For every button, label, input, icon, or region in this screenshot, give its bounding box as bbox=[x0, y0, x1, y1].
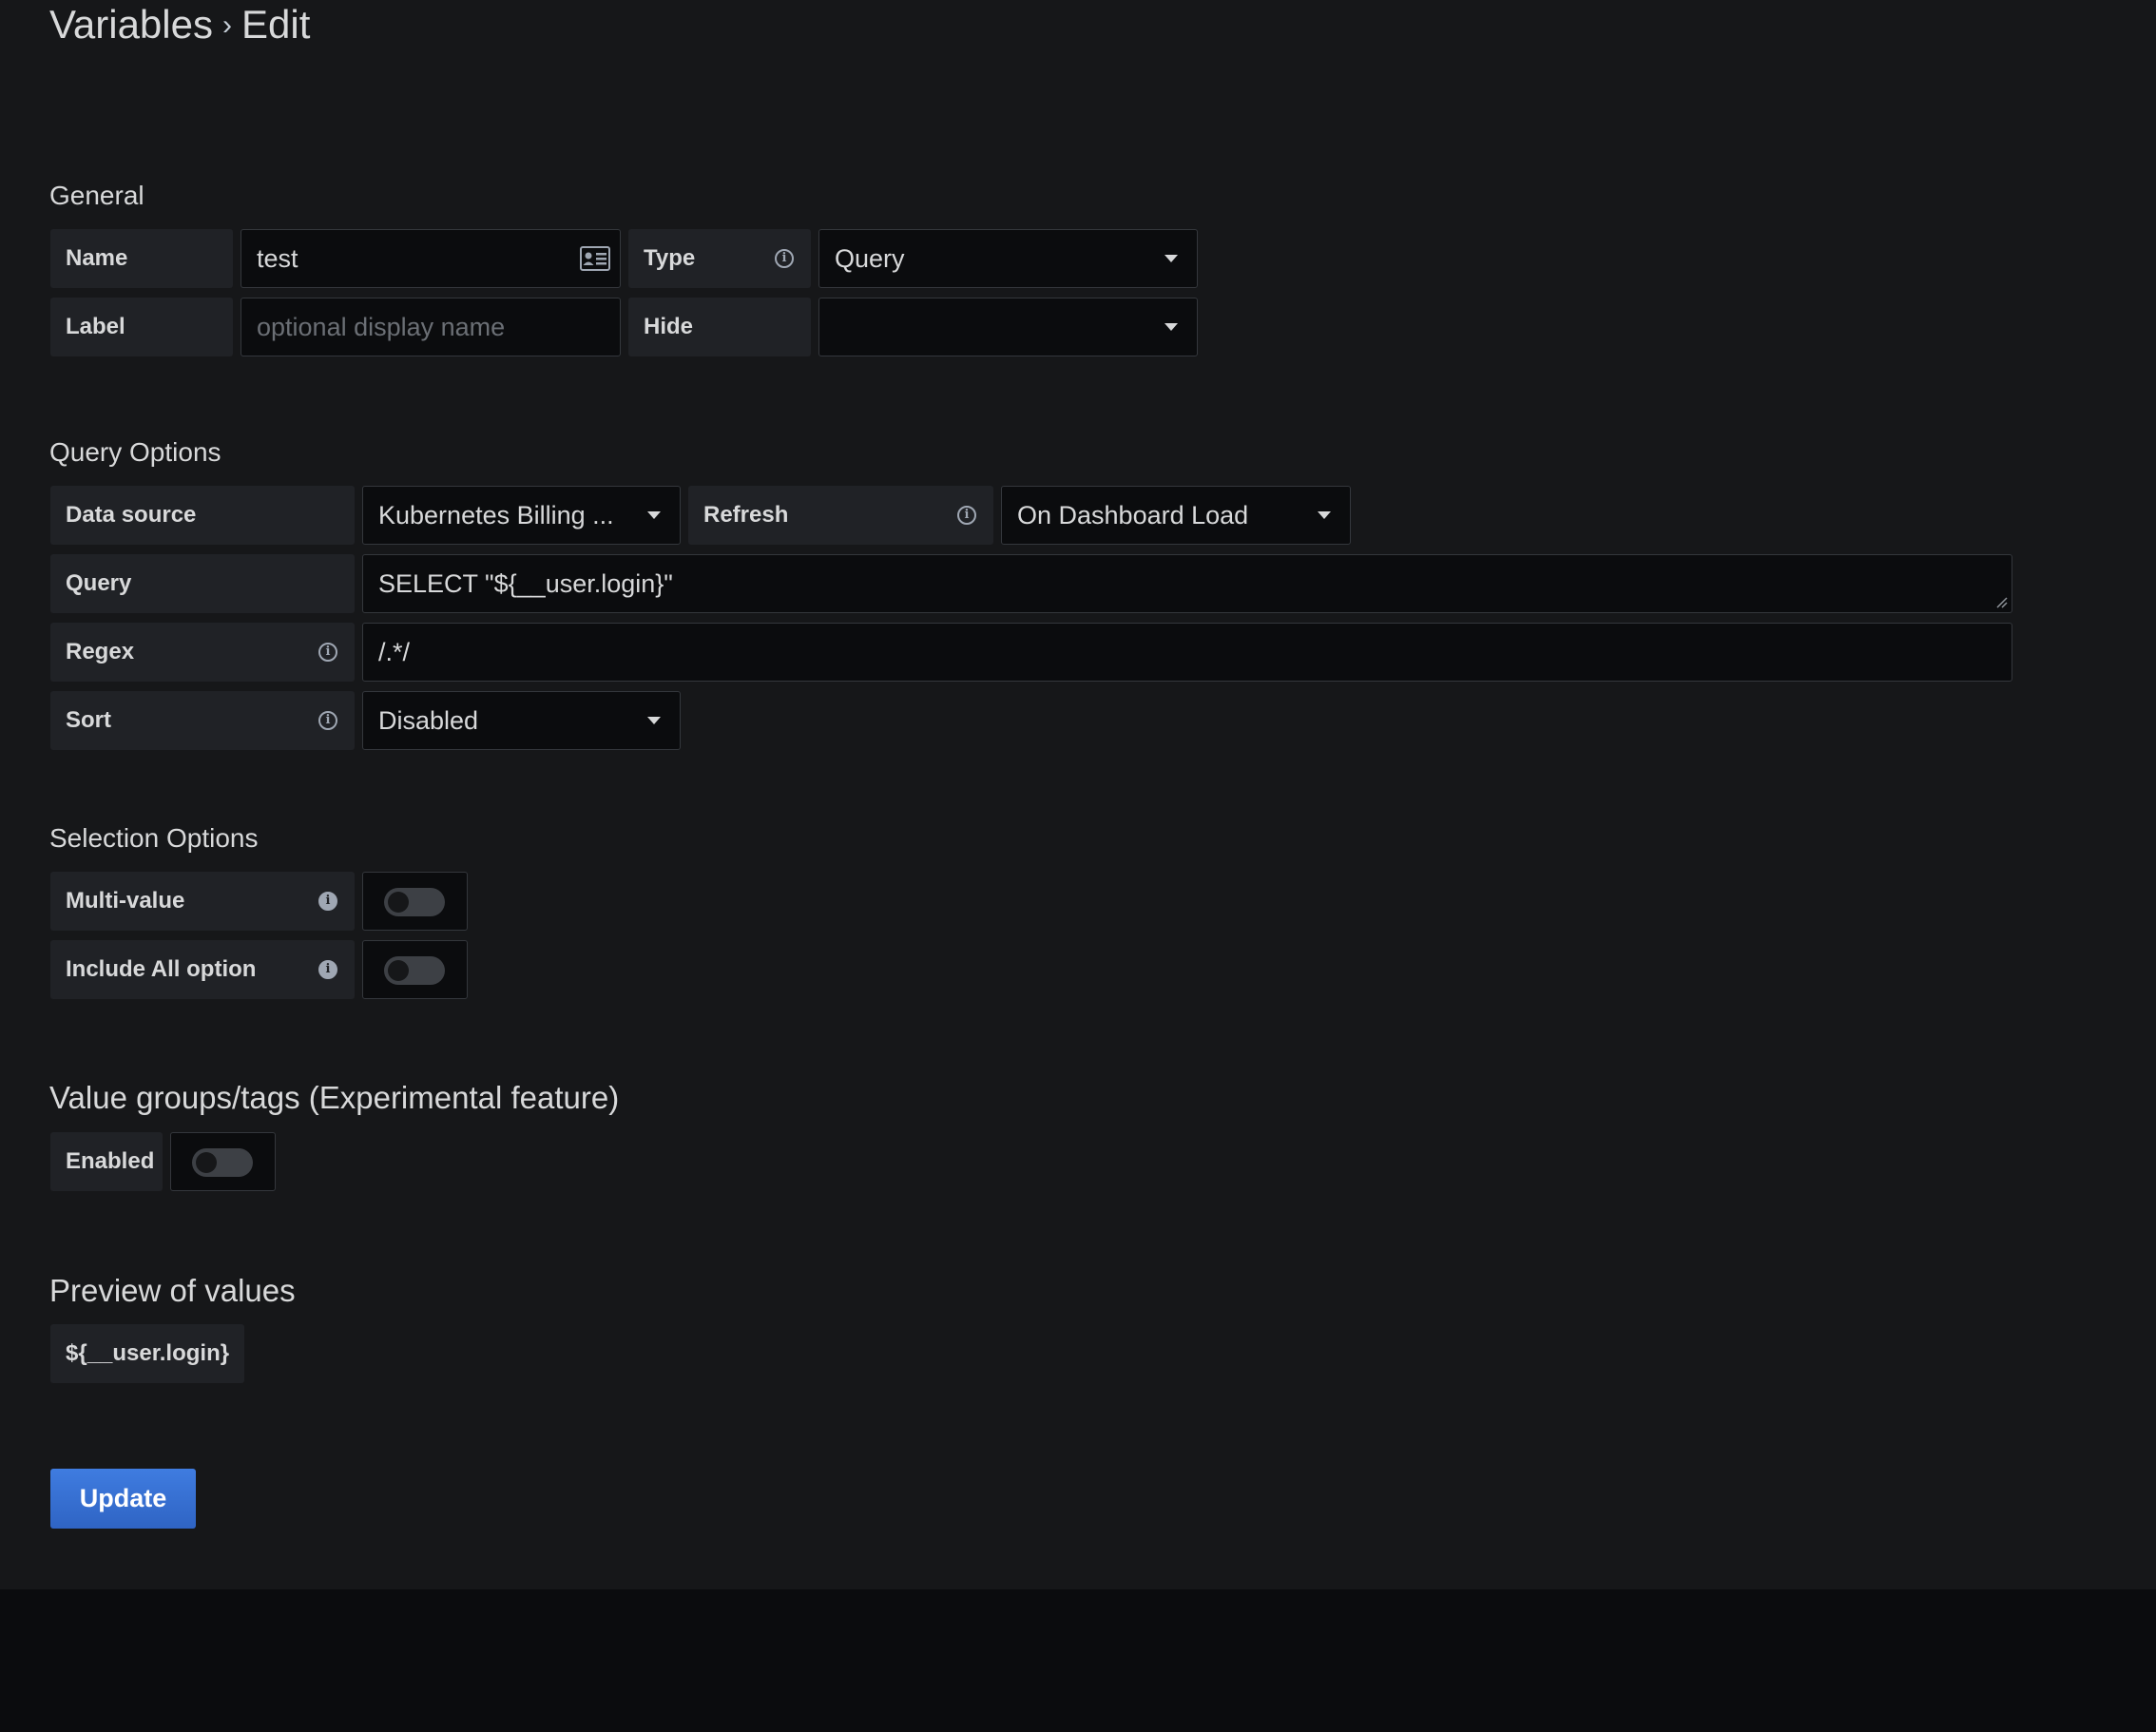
sort-select[interactable]: Disabled bbox=[362, 691, 681, 750]
caret-down-icon bbox=[647, 717, 661, 724]
section-title-selection-options: Selection Options bbox=[49, 823, 259, 853]
breadcrumb-separator: › bbox=[221, 10, 232, 41]
name-label-text: Name bbox=[66, 245, 128, 271]
caret-down-icon bbox=[647, 511, 661, 519]
type-select-value: Query bbox=[835, 243, 905, 273]
label-label: Label bbox=[50, 298, 233, 356]
refresh-label: Refresh i bbox=[688, 486, 993, 545]
multi-value-switch[interactable] bbox=[362, 872, 468, 931]
resize-grip-icon[interactable] bbox=[1994, 595, 2008, 608]
include-all-label-text: Include All option bbox=[66, 956, 257, 982]
query-textarea[interactable] bbox=[378, 568, 2012, 599]
datasource-label-text: Data source bbox=[66, 502, 197, 528]
sort-label: Sort i bbox=[50, 691, 355, 750]
page-title: Variables › Edit bbox=[49, 2, 310, 48]
section-title-value-groups: Value groups/tags (Experimental feature) bbox=[49, 1080, 620, 1115]
enabled-switch-track[interactable] bbox=[192, 1148, 253, 1177]
enabled-label-text: Enabled bbox=[66, 1148, 155, 1174]
regex-field[interactable] bbox=[362, 623, 2012, 682]
multi-value-switch-knob bbox=[388, 892, 409, 913]
info-circle-icon[interactable]: i bbox=[318, 711, 337, 730]
section-title-query-options: Query Options bbox=[49, 437, 221, 467]
query-label-text: Query bbox=[66, 570, 132, 596]
hide-label: Hide bbox=[628, 298, 811, 356]
datasource-select-value: Kubernetes Billing ... bbox=[378, 500, 614, 529]
section-title-general: General bbox=[49, 181, 144, 210]
info-filled-icon[interactable]: i bbox=[318, 960, 337, 979]
id-card-icon bbox=[580, 246, 610, 271]
include-all-switch-knob bbox=[388, 960, 409, 981]
sort-label-text: Sort bbox=[66, 707, 111, 733]
enabled-switch[interactable] bbox=[170, 1132, 276, 1191]
refresh-label-text: Refresh bbox=[703, 502, 789, 528]
multi-value-label: Multi-value i bbox=[50, 872, 355, 931]
multi-value-switch-track[interactable] bbox=[384, 888, 445, 916]
preview-value-tag: ${__user.login} bbox=[50, 1324, 245, 1383]
type-select[interactable]: Query bbox=[818, 229, 1198, 288]
refresh-select[interactable]: On Dashboard Load bbox=[1001, 486, 1351, 545]
sort-select-value: Disabled bbox=[378, 705, 479, 735]
caret-down-icon bbox=[1165, 323, 1178, 331]
section-title-preview: Preview of values bbox=[49, 1273, 296, 1308]
label-label-text: Label bbox=[66, 314, 125, 339]
refresh-select-value: On Dashboard Load bbox=[1017, 500, 1249, 529]
type-label-text: Type bbox=[644, 245, 696, 271]
regex-input[interactable] bbox=[378, 637, 2012, 667]
type-label: Type i bbox=[628, 229, 811, 288]
label-field[interactable] bbox=[241, 298, 621, 356]
name-label: Name bbox=[50, 229, 233, 288]
info-circle-icon[interactable]: i bbox=[957, 506, 976, 525]
name-field[interactable] bbox=[241, 229, 621, 288]
label-input[interactable] bbox=[257, 312, 620, 342]
enabled-label: Enabled bbox=[50, 1132, 163, 1191]
enabled-switch-knob bbox=[196, 1152, 217, 1173]
multi-value-label-text: Multi-value bbox=[66, 888, 185, 914]
hide-label-text: Hide bbox=[644, 314, 694, 339]
regex-label-text: Regex bbox=[66, 639, 135, 664]
caret-down-icon bbox=[1165, 255, 1178, 262]
breadcrumb-edit: Edit bbox=[241, 2, 311, 47]
info-filled-icon[interactable]: i bbox=[318, 892, 337, 911]
regex-label: Regex i bbox=[50, 623, 355, 682]
caret-down-icon bbox=[1318, 511, 1331, 519]
info-circle-icon[interactable]: i bbox=[318, 643, 337, 662]
datasource-label: Data source bbox=[50, 486, 355, 545]
datasource-select[interactable]: Kubernetes Billing ... bbox=[362, 486, 681, 545]
include-all-switch[interactable] bbox=[362, 940, 468, 999]
hide-select[interactable] bbox=[818, 298, 1198, 356]
breadcrumb-variables[interactable]: Variables bbox=[49, 2, 213, 47]
query-label: Query bbox=[50, 554, 355, 613]
include-all-switch-track[interactable] bbox=[384, 956, 445, 985]
query-field[interactable] bbox=[362, 554, 2012, 613]
info-circle-icon[interactable]: i bbox=[775, 249, 794, 268]
variable-edit-panel: Variables › Edit General Name Type i Query… bbox=[0, 0, 2156, 1589]
name-input[interactable] bbox=[257, 243, 563, 274]
include-all-label: Include All option i bbox=[50, 940, 355, 999]
update-button[interactable]: Update bbox=[50, 1469, 196, 1529]
